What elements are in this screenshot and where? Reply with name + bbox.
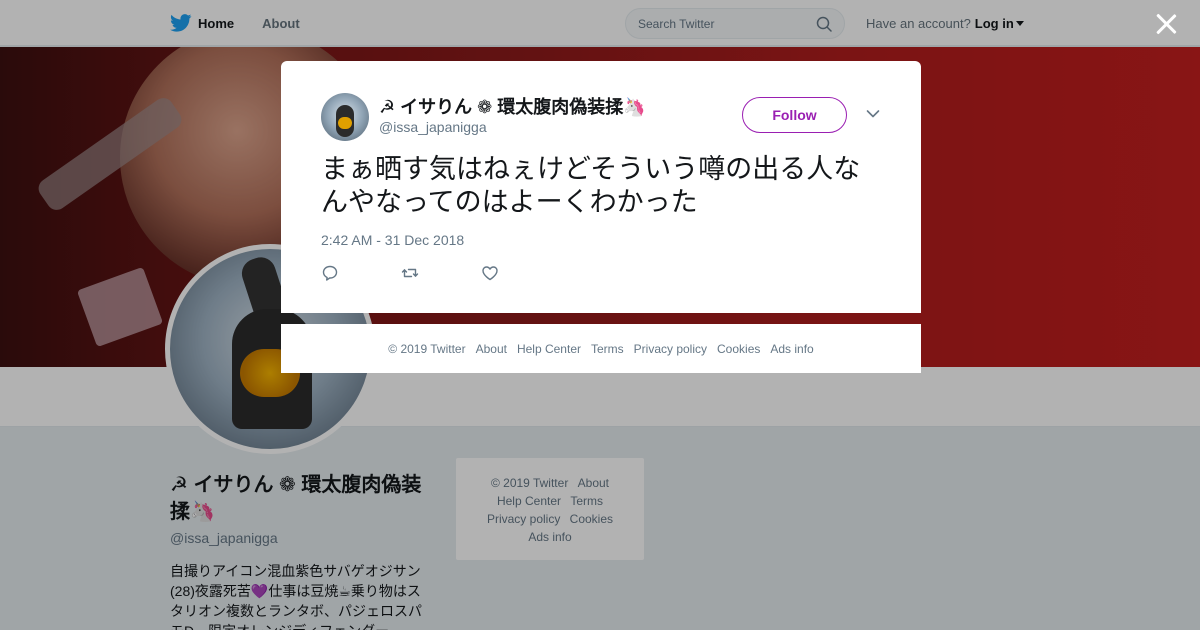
tweet-avatar-chest: [338, 117, 352, 129]
retweet-icon[interactable]: [401, 264, 419, 282]
tweet-modal: ☭ イサりん ❁ 環太腹肉偽装揉🦄 @issa_japanigga Follow…: [281, 61, 921, 313]
retweet-action[interactable]: [401, 264, 481, 282]
modal-footer-about[interactable]: About: [476, 342, 507, 356]
modal-footer-terms[interactable]: Terms: [591, 342, 624, 356]
like-action[interactable]: [481, 264, 561, 282]
tweet-author-handle[interactable]: @issa_japanigga: [379, 119, 487, 135]
reply-icon[interactable]: [321, 264, 339, 282]
modal-footer-copyright: © 2019 Twitter: [388, 341, 466, 356]
like-icon[interactable]: [481, 264, 499, 282]
modal-footer: © 2019 Twitter About Help Center Terms P…: [281, 324, 921, 373]
modal-footer-help[interactable]: Help Center: [517, 342, 581, 356]
close-icon[interactable]: [1155, 13, 1177, 35]
modal-footer-ads[interactable]: Ads info: [770, 342, 813, 356]
follow-button[interactable]: Follow: [742, 97, 847, 133]
modal-footer-cookies[interactable]: Cookies: [717, 342, 760, 356]
tweet-actions: [321, 264, 561, 282]
modal-footer-privacy[interactable]: Privacy policy: [634, 342, 707, 356]
tweet-author-name[interactable]: ☭ イサりん ❁ 環太腹肉偽装揉🦄: [379, 93, 646, 119]
tweet-text: まぁ晒す気はねぇけどそういう噂の出る人なんやなってのはよーくわかった: [321, 154, 861, 217]
chevron-down-icon[interactable]: [866, 109, 880, 119]
tweet-author-avatar[interactable]: [321, 93, 369, 141]
reply-action[interactable]: [321, 264, 401, 282]
tweet-timestamp[interactable]: 2:42 AM - 31 Dec 2018: [321, 232, 464, 248]
